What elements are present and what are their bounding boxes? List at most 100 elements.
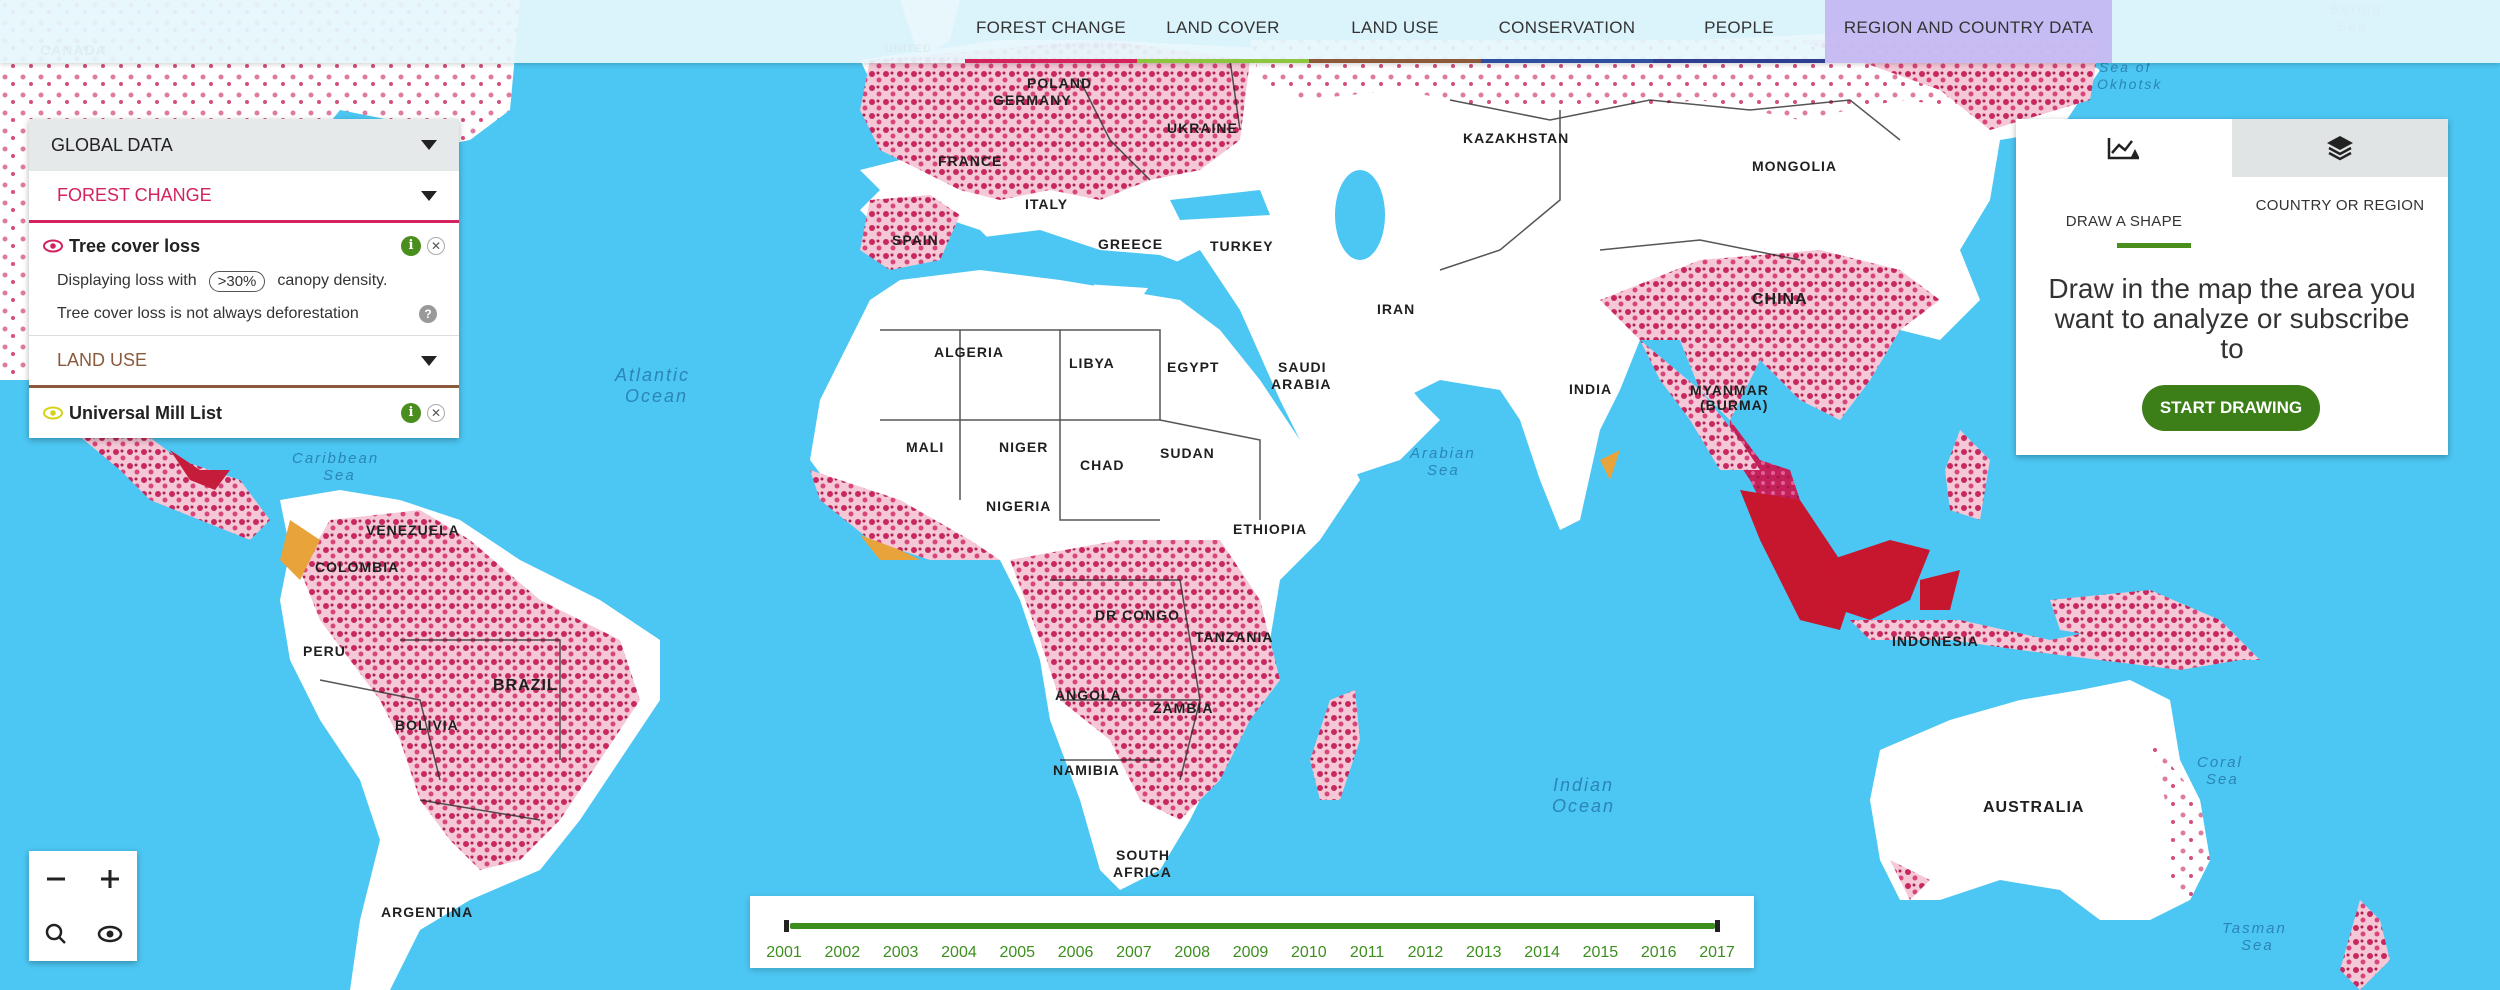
svg-text:ARABIA: ARABIA	[1271, 376, 1331, 392]
tab-label: FOREST CHANGE	[976, 18, 1126, 37]
close-icon[interactable]: ✕	[427, 237, 445, 255]
tab-label: PEOPLE	[1704, 18, 1774, 37]
analysis-panel: DRAW A SHAPE COUNTRY OR REGION Draw in t…	[2016, 119, 2448, 455]
year-label[interactable]: 2001	[766, 944, 802, 962]
tab-region-and-country-data[interactable]: REGION AND COUNTRY DATA	[1825, 0, 2112, 63]
svg-text:PERU: PERU	[303, 643, 346, 659]
search-icon	[45, 923, 66, 944]
year-label[interactable]: 2015	[1583, 944, 1619, 962]
tab-underline	[1653, 59, 1825, 63]
help-icon[interactable]: ?	[419, 305, 437, 323]
info-icon[interactable]: i	[401, 236, 421, 256]
layers-icon	[2327, 136, 2353, 161]
zoom-in-button[interactable]	[83, 851, 137, 906]
svg-text:Okhotsk: Okhotsk	[2097, 76, 2162, 92]
year-label[interactable]: 2005	[999, 944, 1035, 962]
tab-land-use[interactable]: LAND USE	[1309, 0, 1481, 63]
tab-underline	[1309, 59, 1481, 63]
year-label[interactable]: 2002	[825, 944, 861, 962]
svg-text:SPAIN: SPAIN	[892, 232, 939, 248]
svg-text:SOUTH: SOUTH	[1116, 847, 1170, 863]
year-label[interactable]: 2017	[1699, 944, 1735, 962]
svg-text:Caribbean: Caribbean	[292, 450, 379, 467]
eye-icon	[97, 925, 123, 942]
timeline-start-handle[interactable]	[784, 920, 789, 932]
svg-text:GERMANY: GERMANY	[993, 92, 1072, 108]
chevron-down-icon	[421, 355, 437, 366]
svg-text:AUSTRALIA: AUSTRALIA	[1983, 799, 2084, 816]
svg-text:DR CONGO: DR CONGO	[1095, 607, 1180, 623]
svg-text:Sea: Sea	[1427, 462, 1460, 479]
svg-text:NIGERIA: NIGERIA	[986, 498, 1051, 514]
timeline-range-track[interactable]	[790, 923, 1715, 929]
tab-conservation[interactable]: CONSERVATION	[1481, 0, 1653, 63]
legend-panel: GLOBAL DATA FOREST CHANGE Tree cover los…	[29, 119, 459, 438]
minus-icon	[47, 877, 65, 880]
forest-change-section-header[interactable]: FOREST CHANGE	[29, 171, 459, 223]
eye-icon[interactable]	[43, 239, 63, 253]
year-label[interactable]: 2008	[1174, 944, 1210, 962]
active-tab-indicator	[2117, 243, 2191, 248]
svg-text:INDONESIA: INDONESIA	[1892, 633, 1979, 649]
svg-text:Ocean: Ocean	[1552, 796, 1615, 816]
universal-mill-list-layer: Universal Mill List i ✕	[29, 388, 459, 438]
land-use-title: LAND USE	[57, 350, 148, 370]
year-label[interactable]: 2009	[1233, 944, 1269, 962]
info-icon[interactable]: i	[401, 403, 421, 423]
year-label[interactable]: 2013	[1466, 944, 1502, 962]
svg-text:Atlantic: Atlantic	[614, 365, 690, 385]
plus-icon	[101, 869, 119, 888]
chevron-down-icon	[421, 190, 437, 201]
svg-text:UKRAINE: UKRAINE	[1167, 120, 1238, 136]
svg-text:ZAMBIA: ZAMBIA	[1153, 700, 1213, 716]
svg-text:SUDAN: SUDAN	[1160, 445, 1215, 461]
svg-text:Ocean: Ocean	[625, 386, 688, 406]
svg-text:Sea: Sea	[2206, 771, 2239, 788]
svg-text:NAMIBIA: NAMIBIA	[1053, 762, 1120, 778]
year-label[interactable]: 2011	[1350, 944, 1384, 962]
year-label[interactable]: 2006	[1058, 944, 1094, 962]
search-button[interactable]	[29, 906, 83, 961]
tab-forest-change[interactable]: FOREST CHANGE	[965, 0, 1137, 63]
land-use-section-header[interactable]: LAND USE	[29, 336, 459, 388]
svg-text:MALI: MALI	[906, 439, 944, 455]
year-label[interactable]: 2014	[1524, 944, 1560, 962]
svg-text:VENEZUELA: VENEZUELA	[366, 522, 460, 538]
country-region-label[interactable]: COUNTRY OR REGION	[2252, 197, 2428, 215]
svg-text:MYANMAR: MYANMAR	[1690, 382, 1769, 398]
canopy-threshold-selector[interactable]: >30%	[208, 270, 266, 292]
close-icon[interactable]: ✕	[427, 404, 445, 422]
draw-shape-label[interactable]: DRAW A SHAPE	[2056, 213, 2192, 230]
tab-label: CONSERVATION	[1498, 18, 1636, 37]
tab-land-cover[interactable]: LAND COVER	[1137, 0, 1309, 63]
year-label[interactable]: 2016	[1641, 944, 1677, 962]
chevron-down-icon	[421, 140, 437, 150]
timeline-end-handle[interactable]	[1715, 920, 1720, 932]
year-label[interactable]: 2012	[1408, 944, 1444, 962]
note-text: Tree cover loss is not always deforestat…	[57, 305, 359, 322]
svg-text:CHAD: CHAD	[1080, 457, 1124, 473]
tab-people[interactable]: PEOPLE	[1653, 0, 1825, 63]
tab-country-region[interactable]	[2232, 119, 2448, 177]
layer-name: Universal Mill List	[69, 402, 223, 423]
global-data-header[interactable]: GLOBAL DATA	[29, 119, 459, 171]
svg-text:GREECE: GREECE	[1098, 236, 1163, 252]
tree-cover-loss-layer: Tree cover loss i ✕ Displaying loss with…	[29, 223, 459, 336]
chart-line-icon	[2107, 138, 2139, 160]
tab-draw-shape[interactable]	[2016, 119, 2232, 177]
toggle-visibility-button[interactable]	[83, 906, 137, 961]
year-label[interactable]: 2007	[1116, 944, 1152, 962]
svg-text:Tasman: Tasman	[2222, 920, 2287, 937]
start-drawing-button[interactable]: START DRAWING	[2142, 385, 2320, 431]
year-label[interactable]: 2010	[1291, 944, 1327, 962]
tab-underline	[1137, 59, 1309, 63]
year-label[interactable]: 2003	[883, 944, 919, 962]
svg-text:TURKEY: TURKEY	[1210, 238, 1274, 254]
tab-underline	[1481, 59, 1653, 63]
layer-name: Tree cover loss	[69, 235, 201, 256]
svg-text:ITALY: ITALY	[1025, 196, 1068, 212]
year-label[interactable]: 2004	[941, 944, 977, 962]
eye-icon[interactable]	[43, 406, 63, 420]
map-controls	[29, 851, 137, 961]
zoom-out-button[interactable]	[29, 851, 83, 906]
